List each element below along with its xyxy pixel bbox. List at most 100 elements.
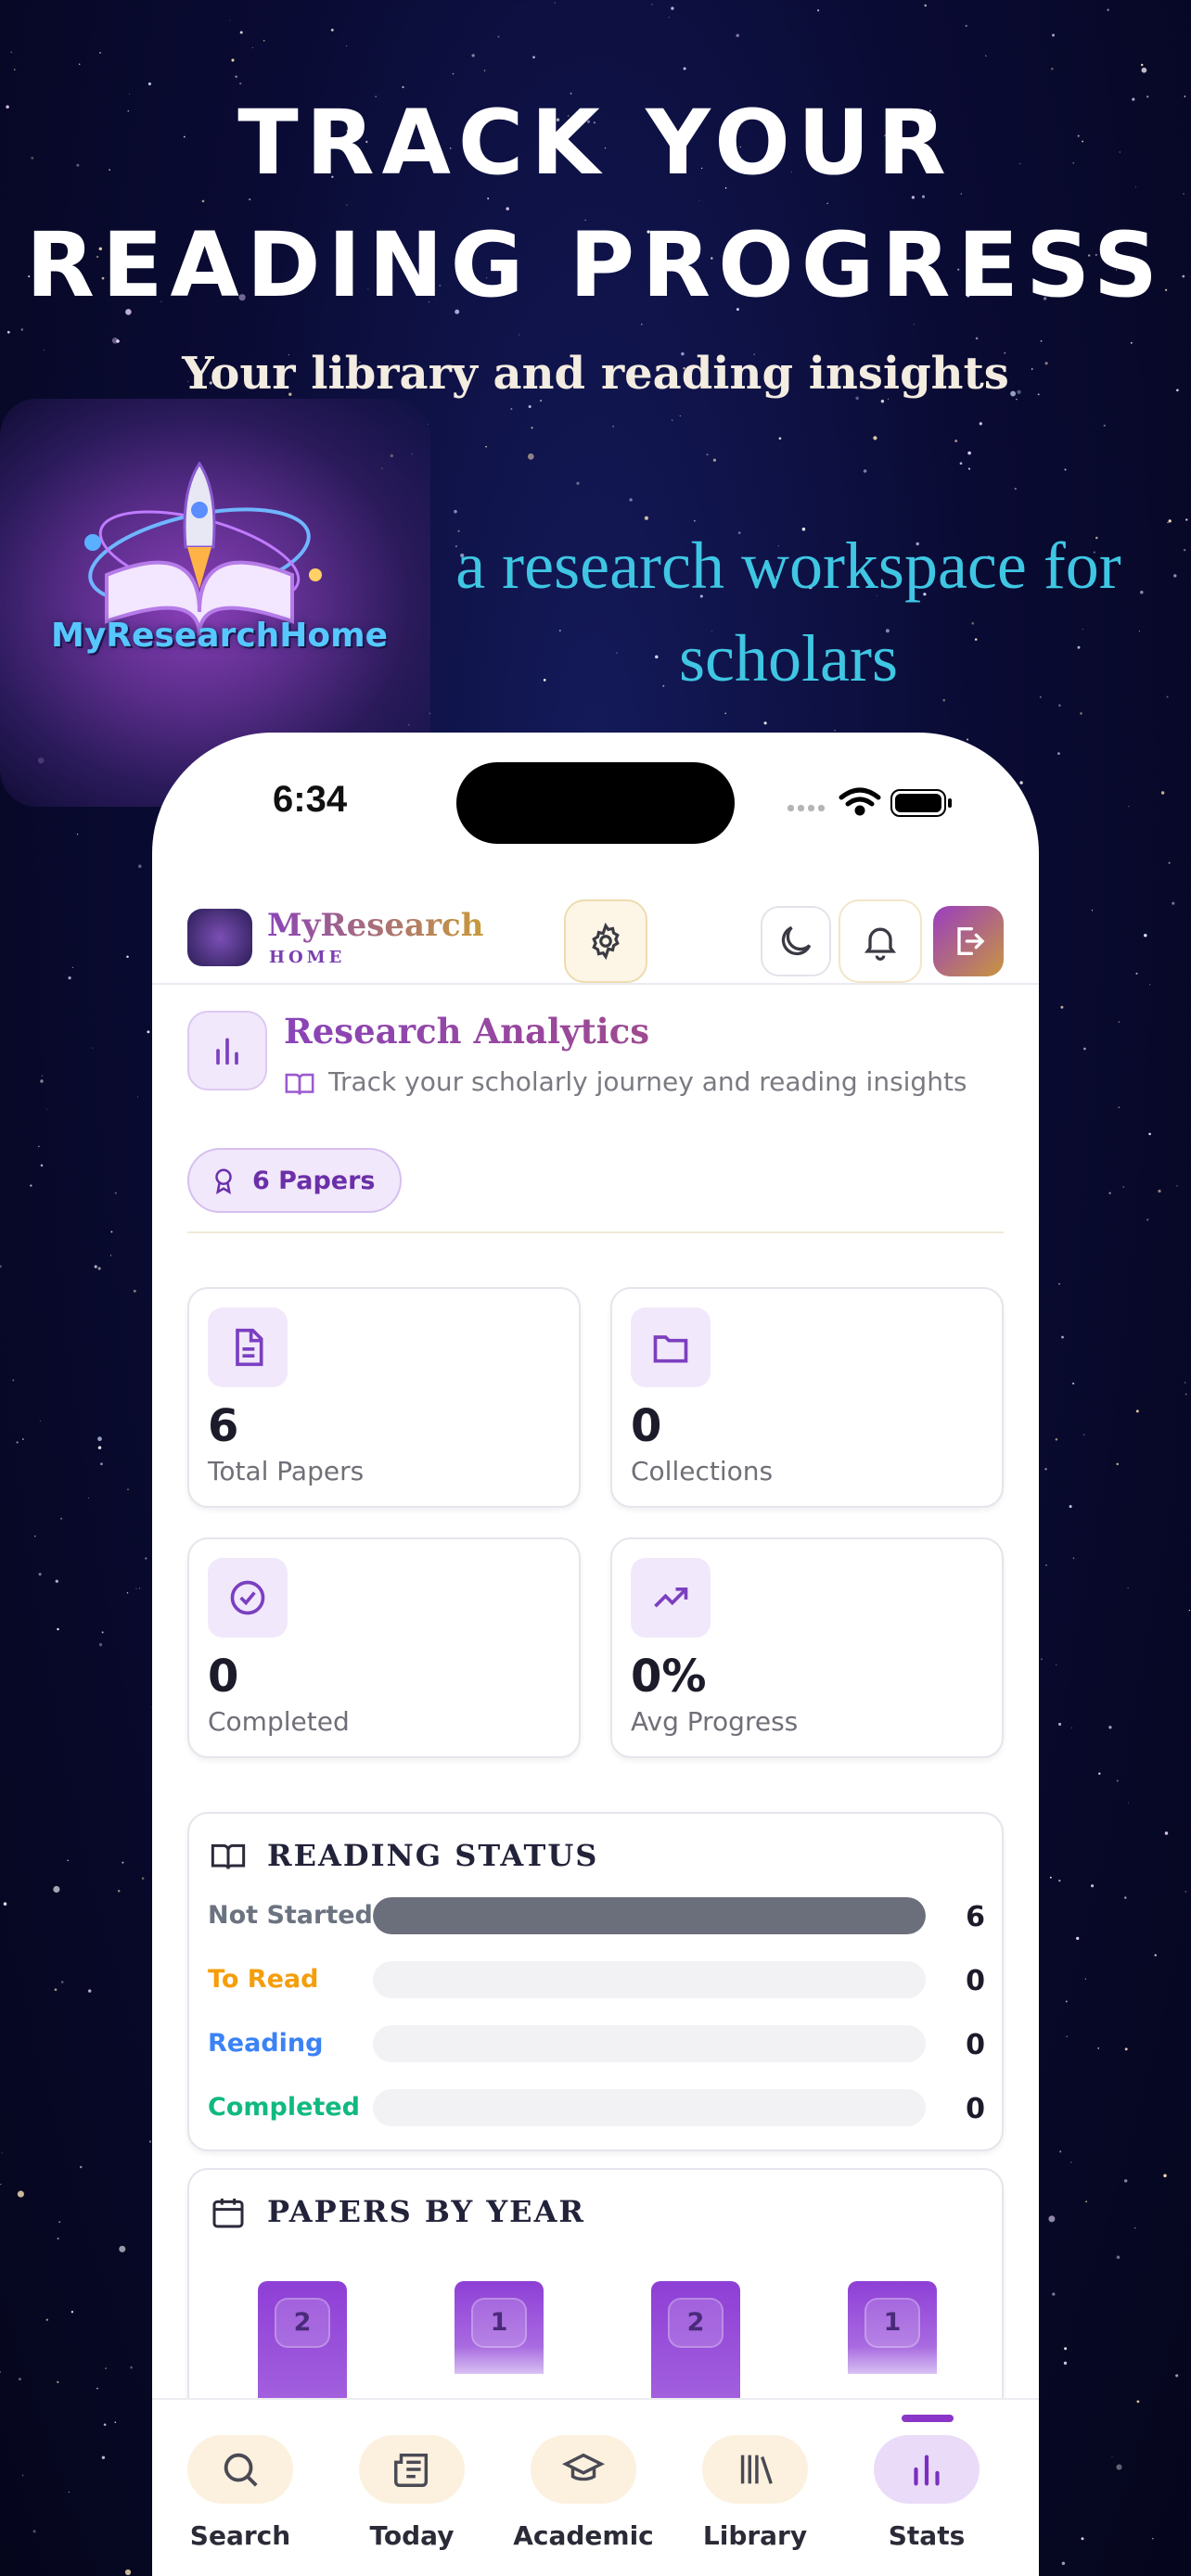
star <box>1160 791 1165 795</box>
status-bar-track <box>373 2025 926 2062</box>
bell-icon <box>864 927 897 961</box>
star <box>1176 1185 1178 1187</box>
brand-logo[interactable] <box>187 909 252 966</box>
star <box>231 58 235 62</box>
battery-icon <box>890 789 952 817</box>
stat-card-collections[interactable]: 0 Collections <box>610 1287 1004 1508</box>
star <box>1146 1218 1149 1221</box>
star <box>20 328 24 331</box>
star <box>99 52 101 54</box>
status-row-not-started[interactable]: Not Started 6 <box>208 1897 987 1934</box>
star <box>263 39 265 42</box>
tab-label: Library <box>702 2520 808 2551</box>
star <box>21 2474 24 2477</box>
star <box>1097 2047 1100 2049</box>
star <box>668 17 670 19</box>
papers-count-badge[interactable]: 6 Papers <box>187 1148 402 1213</box>
star <box>485 445 487 448</box>
year-bar[interactable]: 1 <box>455 2281 544 2374</box>
app-header: MyResearch HOME <box>152 872 1039 985</box>
stat-card-total-papers[interactable]: 6 Total Papers <box>187 1287 581 1508</box>
status-row-completed[interactable]: Completed 0 <box>208 2089 987 2126</box>
year-bar[interactable]: 1 <box>848 2281 937 2374</box>
star <box>1188 1610 1190 1612</box>
brand-name[interactable]: MyResearch <box>267 907 483 944</box>
tab-label: Today <box>369 2520 455 2551</box>
star <box>38 1145 40 1148</box>
star <box>1168 861 1171 864</box>
star <box>110 1231 113 1233</box>
star <box>10 51 13 54</box>
stat-value: 0 <box>208 1651 239 1702</box>
stat-card-avg-progress[interactable]: 0% Avg Progress <box>610 1537 1004 1758</box>
star <box>1076 1936 1080 1941</box>
bar-chart-icon <box>914 2455 940 2486</box>
tab-academic[interactable]: Academic <box>495 2400 672 2576</box>
logout-button[interactable] <box>933 906 1004 976</box>
star <box>1183 548 1186 552</box>
star <box>1140 591 1144 594</box>
star <box>1116 2464 1122 2470</box>
star <box>3 1902 7 1906</box>
star <box>18 2378 21 2381</box>
star <box>79 2165 83 2169</box>
star <box>105 2367 107 2369</box>
folder-icon <box>653 1335 688 1363</box>
star <box>58 2221 60 2223</box>
star <box>873 436 877 440</box>
star <box>1085 2200 1087 2203</box>
status-time: 6:34 <box>273 779 348 820</box>
star <box>1128 806 1130 808</box>
star <box>1130 341 1133 344</box>
star <box>111 338 119 344</box>
tagline: a research workspace for scholars <box>455 529 1121 695</box>
library-icon <box>740 2455 773 2484</box>
star <box>97 1436 102 1442</box>
star <box>57 1627 59 1631</box>
reading-status-panel: READING STATUS Not Started 6 To Read 0 R… <box>187 1812 1004 2151</box>
status-row-to-read[interactable]: To Read 0 <box>208 1961 987 1998</box>
star <box>985 55 987 57</box>
star <box>1149 984 1151 986</box>
star <box>1061 2561 1066 2566</box>
year-count: 1 <box>471 2298 527 2348</box>
star <box>0 1265 2 1269</box>
phone-frame: 6:34 MyResearch HOME Research Analytics … <box>152 733 1039 2576</box>
star <box>863 469 867 473</box>
star <box>679 415 681 417</box>
settings-button[interactable] <box>564 899 647 983</box>
tab-today[interactable]: Today <box>324 2400 500 2576</box>
star <box>148 2140 152 2143</box>
star <box>967 467 971 470</box>
star <box>510 408 513 410</box>
star <box>235 75 237 78</box>
status-row-reading[interactable]: Reading 0 <box>208 2025 987 2062</box>
star <box>1124 1896 1127 1899</box>
star <box>40 1164 44 1167</box>
star <box>60 1517 63 1520</box>
star <box>1040 339 1043 342</box>
stat-card-completed[interactable]: 0 Completed <box>187 1537 581 1758</box>
star <box>1124 2179 1128 2183</box>
hero-subtitle: Your library and reading insights <box>182 348 1009 400</box>
star <box>1166 695 1169 698</box>
notifications-button[interactable] <box>839 899 922 983</box>
star <box>965 24 967 28</box>
tab-stats[interactable]: Stats <box>839 2400 1015 2576</box>
star <box>53 1885 60 1894</box>
status-label: To Read <box>208 1965 319 1994</box>
star <box>1083 1047 1086 1051</box>
theme-toggle-button[interactable] <box>761 906 831 976</box>
star <box>1116 1462 1119 1466</box>
status-count: 6 <box>966 1901 985 1933</box>
star <box>6 330 10 334</box>
star <box>12 1379 15 1382</box>
star <box>1060 1005 1064 1009</box>
star <box>138 864 142 868</box>
tab-library[interactable]: Library <box>667 2400 843 2576</box>
tab-search[interactable]: Search <box>152 2400 328 2576</box>
star <box>612 426 614 427</box>
star <box>554 2 556 4</box>
star <box>1158 1189 1161 1193</box>
star <box>1118 1106 1121 1109</box>
